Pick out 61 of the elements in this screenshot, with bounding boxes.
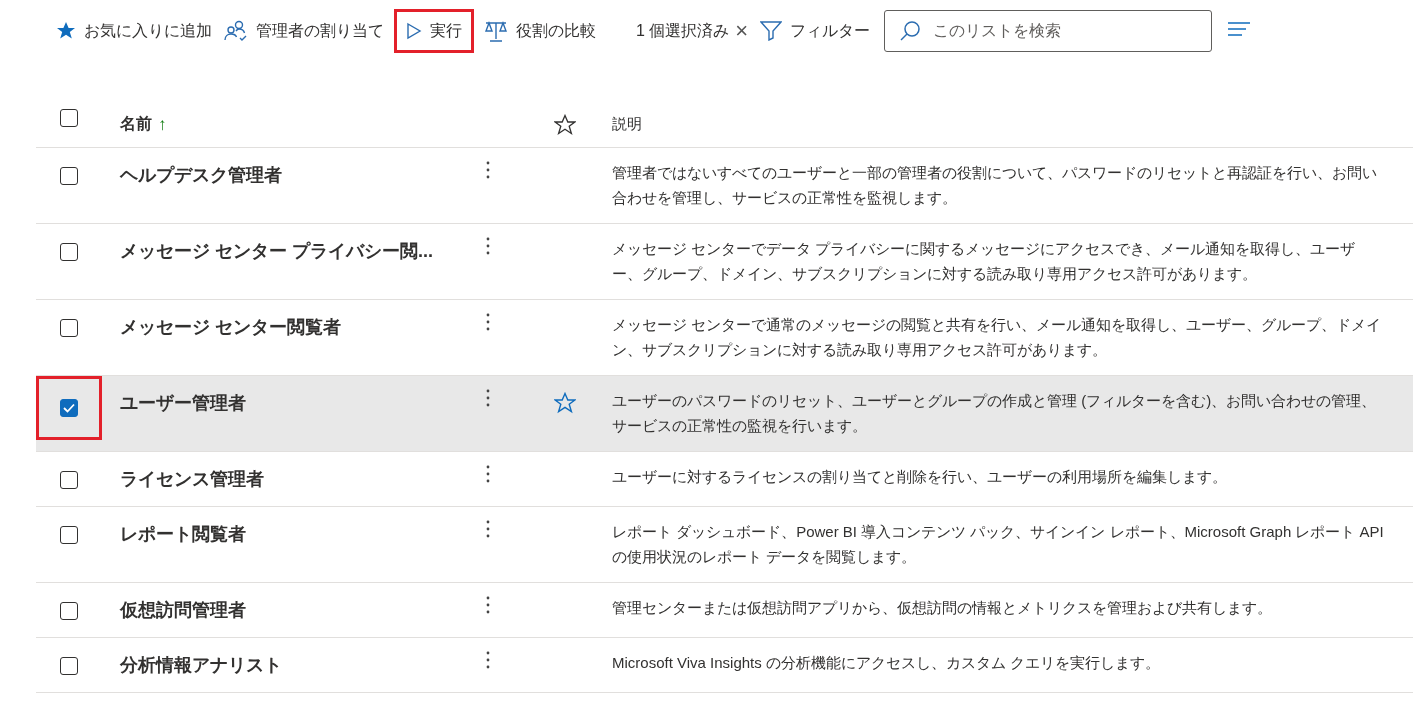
check-icon [63,403,75,413]
list-row[interactable]: メッセージ センター プライバシー閲... メッセージ センターでデータ プライバシーに関するメッセージにアクセスでき、メール通知を取得し、ユーザー、グループ、ドメイン、サブスクリプションに対する読み取り専用アクセス許可があります。 [36,224,1413,300]
role-description: 管理センターまたは仮想訪問アプリから、仮想訪問の情報とメトリクスを管理および共有します。 [612,598,1273,618]
filter-icon [760,21,783,41]
sort-arrow: ↑ [158,114,167,135]
toolbar-button[interactable]: 管理者の割り当て [218,9,390,53]
list-row[interactable]: 仮想訪問管理者 管理センターまたは仮想訪問アプリから、仮想訪問の情報とメトリクスを管理および共有します。 [36,583,1413,638]
play-icon [406,22,422,40]
scale-icon [484,20,508,42]
role-name[interactable]: 仮想訪問管理者 [102,583,458,622]
role-name[interactable]: ユーザー管理者 [102,376,458,415]
star-outline-icon [554,113,576,136]
menu-icon[interactable] [1228,21,1251,37]
row-checkbox[interactable] [60,399,78,417]
people-icon [224,20,248,42]
toolbar-button[interactable]: 実行 [394,9,474,53]
role-description: メッセージ センターで通常のメッセージの閲覧と共有を行い、メール通知を取得し、ユーザー、グループ、ドメイン、サブスクリプションに対する読み取り専用アクセス許可があります。 [612,315,1383,360]
role-description: メッセージ センターでデータ プライバシーに関するメッセージにアクセスでき、メール通知を取得し、ユーザー、グループ、ドメイン、サブスクリプションに対する読み取り専用アクセス許可があります。 [612,239,1357,284]
role-name[interactable]: ヘルプデスク管理者 [102,148,458,187]
row-checkbox[interactable] [60,319,78,337]
more-options-icon[interactable] [486,596,490,614]
more-options-icon[interactable] [486,389,490,407]
star-outline-icon[interactable] [554,392,576,414]
toolbar-button[interactable]: 役割の比較 [478,9,602,53]
row-checkbox[interactable] [60,657,78,675]
row-checkbox[interactable] [60,167,78,185]
role-name[interactable]: ライセンス管理者 [102,452,458,491]
star-icon [56,21,76,41]
list-row[interactable]: 分析情報アナリスト Microsoft Viva Insights の分析機能にアクセスし、カスタム クエリを実行します。 [36,638,1413,693]
role-name[interactable]: レポート閲覧者 [102,507,458,546]
select-all-checkbox[interactable] [60,108,78,127]
role-description: レポート ダッシュボード、Power BI 導入コンテンツ パック、サインイン レポート、Microsoft Graph レポート API の使用状況のレポート データを閲覧します。 [612,522,1385,567]
role-name[interactable]: メッセージ センター プライバシー閲... [102,224,458,263]
row-checkbox[interactable] [60,602,78,620]
filter-button[interactable]: フィルター [754,9,877,53]
role-description: ユーザーに対するライセンスの割り当てと削除を行い、ユーザーの利用場所を編集します。 [612,467,1228,487]
search-icon [899,20,922,42]
more-options-icon[interactable] [486,237,490,255]
more-options-icon[interactable] [486,651,490,669]
column-header[interactable]: 名前 [120,114,152,135]
more-options-icon[interactable] [486,520,490,538]
role-description: 管理者ではないすべてのユーザーと一部の管理者の役割について、パスワードのリセットと再認証を行い、お問い合わせを管理し、サービスの正常性を監視します。 [612,163,1378,208]
list-row[interactable]: ヘルプデスク管理者 管理者ではないすべてのユーザーと一部の管理者の役割について、パスワードのリセットと再認証を行い、お問い合わせを管理し、サービスの正常性を監視します。 [36,148,1413,224]
row-checkbox[interactable] [60,526,78,544]
selection-count: 1 個選択済み [636,20,730,41]
toolbar-button[interactable]: お気に入りに追加 [50,9,218,53]
list-row[interactable]: レポート閲覧者 レポート ダッシュボード、Power BI 導入コンテンツ パック、サインイン レポート、Microsoft Graph レポート API の使用状況のレポート データを閲覧します。 [36,507,1413,583]
more-options-icon[interactable] [486,313,490,331]
search-box[interactable]: このリストを検索 [884,10,1213,52]
column-header[interactable]: 説明 [612,101,1413,134]
list-row[interactable]: ユーザー管理者 ユーザーのパスワードのリセット、ユーザーとグループの作成と管理 (フィルターを含む)、お問い合わせの管理、サービスの正常性の監視を行います。 [36,376,1413,452]
clear-selection-button[interactable]: × [729,9,755,53]
more-options-icon[interactable] [486,465,490,483]
row-checkbox[interactable] [60,471,78,489]
role-name[interactable]: メッセージ センター閲覧者 [102,300,458,339]
role-description: Microsoft Viva Insights の分析機能にアクセスし、カスタム クエリを実行します。 [612,653,1162,673]
list-row[interactable]: ライセンス管理者 ユーザーに対するライセンスの割り当てと削除を行い、ユーザーの利用場所を編集します。 [36,452,1413,507]
role-description: ユーザーのパスワードのリセット、ユーザーとグループの作成と管理 (フィルターを含む)、お問い合わせの管理、サービスの正常性の監視を行います。 [612,391,1378,436]
role-name[interactable]: 分析情報アナリスト [102,638,458,677]
row-checkbox[interactable] [60,243,78,261]
more-options-icon[interactable] [486,161,490,179]
